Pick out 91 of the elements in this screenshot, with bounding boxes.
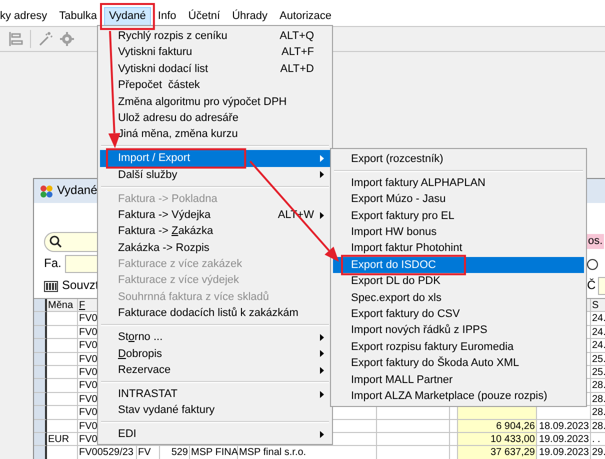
table-cell: 25.: [591, 366, 605, 380]
table-cell: [47, 406, 78, 420]
menu-item[interactable]: Import ALZA Marketplace (pouze rozpis): [333, 388, 584, 404]
menu-item[interactable]: Spec.export do xls: [333, 290, 584, 306]
table-cell: 10 433,00: [458, 432, 537, 446]
menu-bar-item[interactable]: Autorizace: [274, 7, 337, 26]
row-header: [34, 366, 47, 380]
table-cell: . .: [591, 432, 605, 446]
menu-bar-item[interactable]: Info: [152, 7, 182, 26]
menu-item[interactable]: Vytiskni dodací list ALT+D: [100, 60, 330, 78]
table-cell: 24.: [591, 326, 605, 340]
menu-bar-item[interactable]: Úhrady: [227, 7, 273, 26]
table-cell: 24.: [591, 339, 605, 353]
table-cell: 28.: [591, 420, 605, 433]
menu-item[interactable]: Faktura -> Zakázka: [100, 223, 330, 240]
row-header: [34, 446, 47, 459]
menu-bar-item[interactable]: Tabulka: [54, 7, 102, 26]
menu-item[interactable]: Ulož adresu do adresáře: [100, 110, 330, 126]
menu-bar-item[interactable]: Vydané: [104, 7, 151, 26]
menu-item[interactable]: Změna algoritmu pro výpočet DPH: [100, 94, 330, 110]
row-header: [34, 299, 47, 312]
menu-item[interactable]: Export rozpisu faktury Euromedia: [333, 338, 584, 356]
menu-item[interactable]: Export Múzo - Jasu: [333, 191, 584, 208]
menu-item[interactable]: Import MALL Partner: [333, 372, 584, 388]
menu-item[interactable]: Přepočet částek: [100, 77, 330, 94]
invoice-field[interactable]: [65, 255, 98, 273]
menu-item[interactable]: Import faktur Photohint: [333, 240, 584, 257]
radio-button[interactable]: [587, 258, 598, 270]
column-header[interactable]: F: [79, 299, 86, 312]
app-icon: [40, 184, 53, 198]
table-cell: 28.: [591, 392, 605, 406]
table-cell: MSP FINA: [190, 446, 238, 459]
menu-item[interactable]: Import faktury ALPHAPLAN: [333, 174, 584, 192]
menu-item[interactable]: Import nových řádků z IPPS: [333, 322, 584, 339]
grid-icon: [44, 280, 58, 292]
menu-item[interactable]: Import HW bonus: [333, 224, 584, 240]
align-left-icon[interactable]: [8, 31, 24, 47]
table-cell: 6 904,26: [458, 420, 537, 433]
search-field[interactable]: [44, 232, 97, 252]
menu-item[interactable]: Import / Export: [100, 150, 330, 167]
table-cell: 28.: [591, 379, 605, 393]
wand-icon[interactable]: [37, 31, 53, 47]
table-cell: 37 637,29: [458, 446, 537, 459]
table-cell: [47, 352, 78, 366]
row-header: [34, 379, 47, 393]
menu-item[interactable]: Export DL do PDK: [333, 273, 584, 290]
window-title: Vydané: [57, 183, 98, 199]
row-header: [34, 352, 47, 366]
table-cell: EUR: [47, 432, 78, 446]
menu-item[interactable]: Export (rozcestník): [333, 151, 584, 168]
table-cell: 25.: [591, 352, 605, 366]
menu-item[interactable]: Export faktury pro EL: [333, 208, 584, 224]
table-cell: 28.: [591, 406, 605, 420]
menu-item[interactable]: Zakázka -> Rozpis: [100, 240, 330, 256]
row-header: [34, 312, 47, 326]
table-cell: [47, 420, 78, 433]
annotation-frame: [100, 3, 155, 30]
table-cell: [47, 392, 78, 406]
menu-item[interactable]: Jiná měna, změna kurzu: [100, 126, 330, 143]
table-cell: FV: [137, 446, 160, 459]
table-cell: 18.09.2023: [537, 420, 591, 433]
menu-bar-item[interactable]: Účetní: [183, 7, 226, 26]
menu-bar-item[interactable]: ky adresy: [0, 7, 52, 26]
menu-item[interactable]: Export do ISDOC: [333, 256, 584, 274]
row-header: [34, 339, 47, 353]
table-cell: [47, 379, 78, 393]
row-header: [34, 326, 47, 340]
menu-item[interactable]: Export faktury do Škoda Auto XML: [333, 355, 584, 372]
table-cell: 24.: [591, 312, 605, 326]
row-header: [34, 420, 47, 433]
table-cell: 19.09.2023: [537, 446, 591, 459]
field-label: Fa.: [44, 256, 62, 272]
table-cell: 19.09.2023: [537, 432, 591, 446]
menu-item[interactable]: Rychlý rozpis z ceníku ALT+Q: [100, 28, 330, 44]
gear-icon[interactable]: [59, 31, 75, 47]
table-cell: [47, 326, 78, 340]
table-cell: [47, 366, 78, 380]
field-label: Č: [587, 278, 596, 294]
table-cell: FV00529/23: [78, 446, 137, 459]
search-icon: [49, 235, 62, 248]
menu-item[interactable]: Další služby: [100, 166, 330, 184]
menu-item[interactable]: Export faktury do CSV: [333, 306, 584, 322]
table-cell: [47, 339, 78, 353]
row-header: [34, 392, 47, 406]
status-label: os.: [587, 234, 604, 249]
row-header: [34, 406, 47, 420]
row-header: [34, 432, 47, 446]
table-cell: MSP final s.r.o.: [238, 446, 377, 459]
table-cell: 529: [160, 446, 190, 459]
menu-item[interactable]: Vytiskni fakturu ALT+F: [100, 44, 330, 61]
table-cell: 29.: [591, 446, 605, 459]
